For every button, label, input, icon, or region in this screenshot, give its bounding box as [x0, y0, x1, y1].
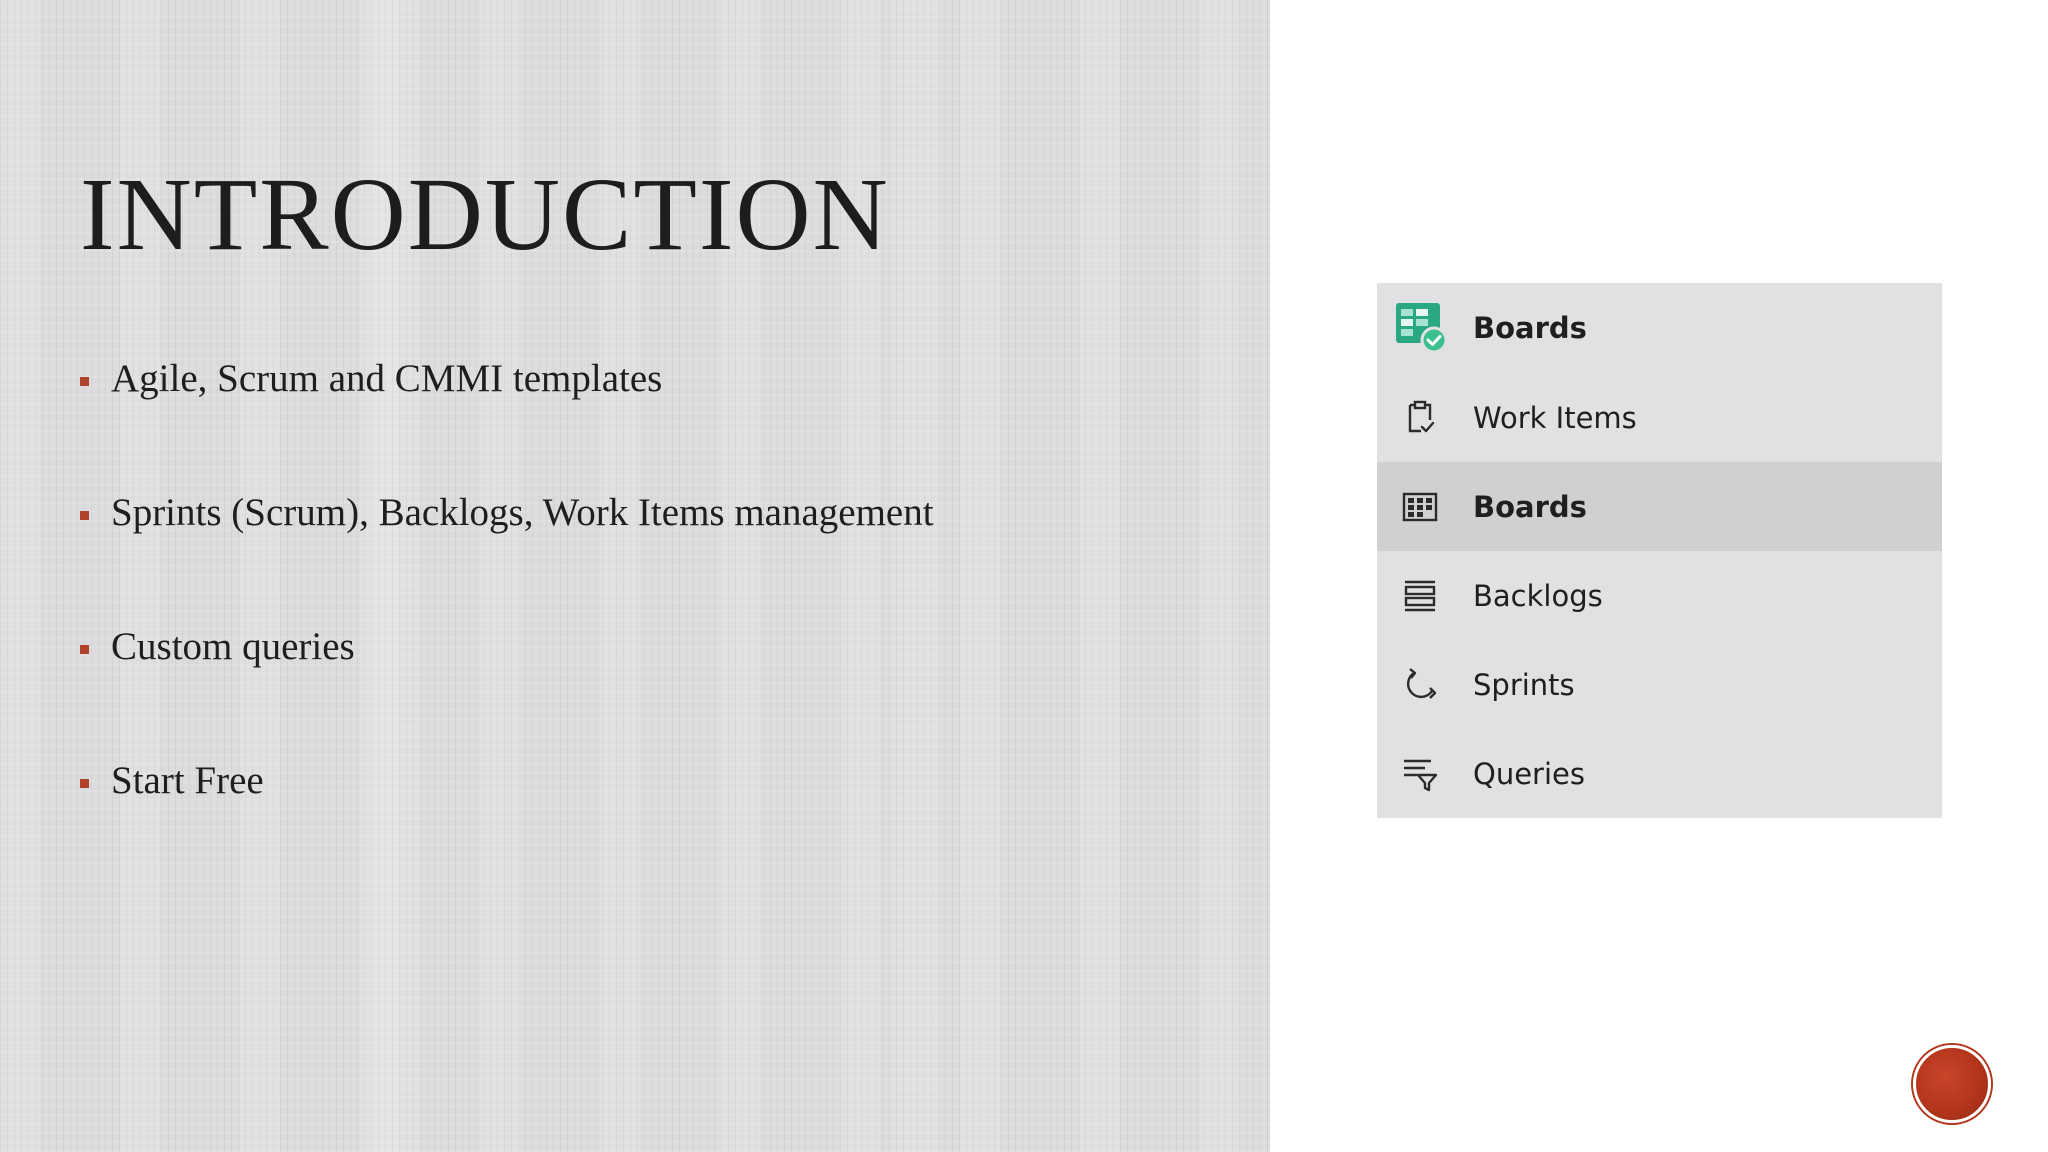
- nav-item-label: Queries: [1473, 756, 1585, 791]
- bullet-item: Agile, Scrum and CMMI templates: [80, 355, 934, 489]
- bullet-list: Agile, Scrum and CMMI templates Sprints …: [80, 355, 934, 891]
- nav-item-work-items[interactable]: Work Items: [1377, 373, 1942, 462]
- nav-item-boards[interactable]: Boards: [1377, 462, 1942, 551]
- nav-item-label: Work Items: [1473, 400, 1637, 435]
- slide-title: INTRODUCTION: [80, 157, 890, 272]
- nav-item-label: Sprints: [1473, 667, 1575, 702]
- bullet-square-icon: [80, 377, 89, 386]
- nav-header-label: Boards: [1473, 311, 1587, 345]
- nav-item-queries[interactable]: Queries: [1377, 729, 1942, 818]
- nav-header-boards[interactable]: Boards: [1377, 283, 1942, 373]
- boards-nav-panel-screenshot: Boards Work Items Boards Backlogs Sprint…: [1377, 283, 1942, 818]
- nav-item-sprints[interactable]: Sprints: [1377, 640, 1942, 729]
- bullet-text: Agile, Scrum and CMMI templates: [111, 357, 663, 400]
- bullet-square-icon: [80, 511, 89, 520]
- backlogs-icon: [1404, 580, 1436, 611]
- bullet-item: Sprints (Scrum), Backlogs, Work Items ma…: [80, 489, 934, 623]
- bullet-text: Start Free: [111, 759, 264, 802]
- bullet-item: Start Free: [80, 757, 934, 891]
- boards-grid-icon: [1402, 492, 1438, 521]
- bullet-square-icon: [80, 645, 89, 654]
- sprints-icon: [1406, 667, 1437, 699]
- slide: INTRODUCTION Agile, Scrum and CMMI templ…: [0, 0, 2048, 1152]
- nav-item-label: Boards: [1473, 489, 1587, 524]
- nav-item-backlogs[interactable]: Backlogs: [1377, 551, 1942, 640]
- bullet-item: Custom queries: [80, 623, 934, 757]
- bullet-square-icon: [80, 779, 89, 788]
- work-items-icon: [1408, 400, 1435, 432]
- queries-icon: [1404, 759, 1438, 791]
- bullet-text: Custom queries: [111, 625, 355, 668]
- slide-corner-circle-badge: [1913, 1045, 1991, 1123]
- bullet-text: Sprints (Scrum), Backlogs, Work Items ma…: [111, 491, 934, 534]
- boards-app-icon: [1396, 303, 1448, 354]
- left-panel-textured-background: INTRODUCTION Agile, Scrum and CMMI templ…: [0, 0, 1270, 1152]
- nav-item-label: Backlogs: [1473, 578, 1603, 613]
